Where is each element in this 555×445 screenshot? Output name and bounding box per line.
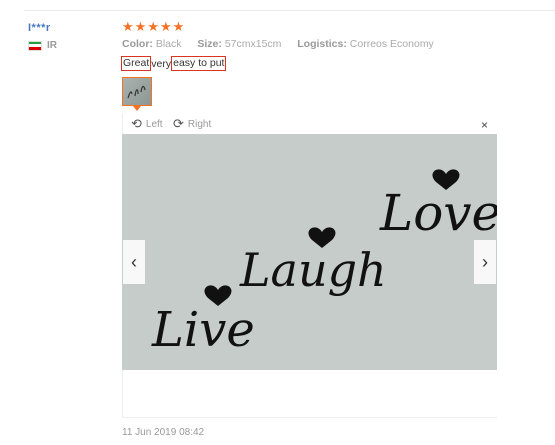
next-image-button[interactable]: › <box>474 240 496 284</box>
rotate-right-label: Right <box>187 118 212 130</box>
previous-image-button[interactable]: ‹ <box>123 240 145 284</box>
iran-flag-icon <box>28 40 42 51</box>
photo-word-love: Love <box>379 184 497 242</box>
review-photo-thumbnail[interactable] <box>122 77 152 106</box>
wall-sticker-image: Love Laugh Live <box>122 134 497 370</box>
thumbnail-pointer <box>133 106 141 111</box>
rotate-left-icon: ⟲ <box>131 116 142 131</box>
country-code: IR <box>47 40 57 51</box>
review-text: Great very easy to put <box>121 56 227 71</box>
star-icon: ★ <box>147 19 159 34</box>
star-icon: ★ <box>134 19 147 34</box>
attr-value: 57cmx15cm <box>224 38 282 50</box>
chevron-left-icon: ‹ <box>131 251 137 272</box>
rotate-right-icon: ⟳ <box>173 116 184 131</box>
rotate-left-button[interactable]: ⟲ Left <box>131 116 163 131</box>
viewer-toolbar: ⟲ Left ⟳ Right × <box>123 113 498 133</box>
star-icon: ★ <box>172 19 185 34</box>
attr-value: Correos Economy <box>349 38 434 50</box>
rotate-left-label: Left <box>145 118 163 130</box>
attr-key: Logistics: <box>297 38 347 50</box>
reviewer-name: I***r <box>28 22 51 34</box>
divider <box>24 10 555 11</box>
rotate-right-button[interactable]: ⟳ Right <box>173 116 212 131</box>
chevron-right-icon: › <box>482 251 488 272</box>
review-highlight: easy to put <box>171 56 227 71</box>
thumbnail-image <box>127 85 146 99</box>
attr-value: Black <box>155 38 182 50</box>
review-photo: Love Laugh Live <box>122 134 497 370</box>
close-icon[interactable]: × <box>481 119 488 131</box>
photo-word-laugh: Laugh <box>239 243 387 297</box>
attr-key: Color: <box>122 38 153 50</box>
attr-key: Size: <box>197 38 222 50</box>
review-highlight: Great <box>121 56 152 71</box>
reviewer-country: IR <box>28 40 57 51</box>
star-icon: ★ <box>122 19 134 34</box>
order-attributes: Color: Black Size: 57cmx15cm Logistics: … <box>122 38 434 50</box>
photo-word-live: Live <box>151 302 255 358</box>
review-date: 11 Jun 2019 08:42 <box>122 427 205 438</box>
review-word: very <box>151 57 172 70</box>
star-rating: ★ ★ ★ ★ ★ <box>122 20 184 34</box>
star-icon: ★ <box>159 19 172 34</box>
